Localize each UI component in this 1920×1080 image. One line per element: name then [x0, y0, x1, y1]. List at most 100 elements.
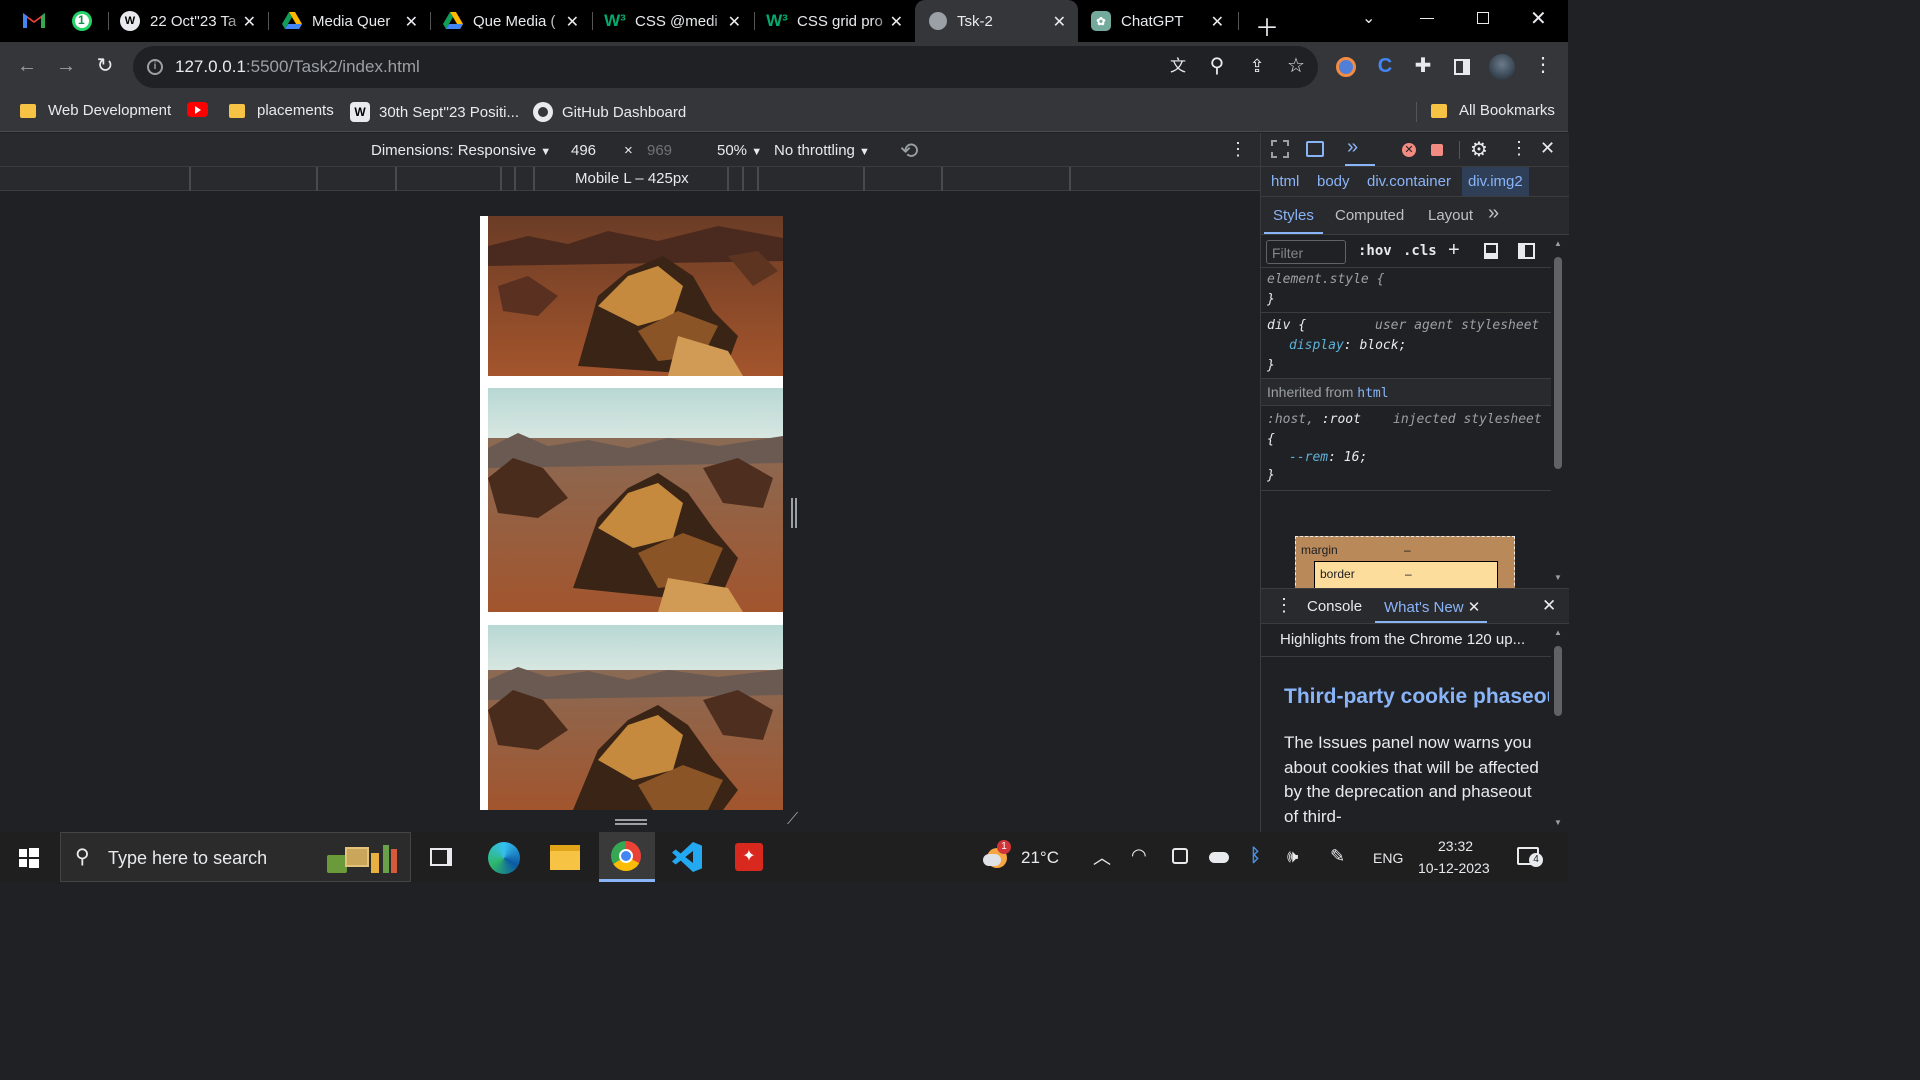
article-title[interactable]: Third-party cookie phaseout [1284, 685, 1549, 709]
reload-icon[interactable]: ↻ [92, 56, 118, 76]
resize-handle-bottom[interactable] [615, 819, 647, 825]
tab-item[interactable]: Media Quer ✕ [272, 0, 430, 42]
drawer-scrollbar[interactable]: ▲ ▼ [1551, 624, 1563, 832]
media-query-label[interactable]: Mobile L – 425px [575, 170, 689, 187]
element-style-rule[interactable]: element.style { [1267, 272, 1384, 287]
close-tab-icon[interactable]: ✕ [728, 12, 741, 32]
bookmark-item[interactable]: W 30th Sept''23 Positi... [350, 102, 519, 122]
close-tab-icon[interactable]: ✕ [890, 12, 903, 32]
bookmark-star-icon[interactable]: ☆ [1283, 56, 1309, 76]
filter-input[interactable]: Filter [1266, 240, 1346, 264]
dimensions-dropdown[interactable]: Dimensions: Responsive ▼ [371, 142, 551, 159]
breadcrumb-item-selected[interactable]: div.img2 [1462, 167, 1529, 196]
extension-c-icon[interactable]: C [1372, 56, 1398, 76]
height-input[interactable]: 969 [647, 142, 672, 159]
close-tab-icon[interactable]: ✕ [1053, 12, 1066, 32]
width-input[interactable]: 496 [571, 142, 596, 159]
site-info-icon[interactable]: i [147, 59, 163, 75]
more-subtabs-icon[interactable]: » [1488, 202, 1499, 225]
devtools-menu-icon[interactable]: ⋮ [1510, 138, 1528, 159]
error-icon[interactable]: ✕ [1402, 143, 1416, 157]
minimize-icon[interactable] [1420, 18, 1434, 19]
rotate-icon[interactable]: ⟲ [900, 138, 918, 164]
tab-item[interactable]: Que Media ( ✕ [433, 0, 591, 42]
extension-icon[interactable] [1336, 57, 1356, 77]
meet-now-icon[interactable] [1172, 848, 1188, 864]
tab-layout[interactable]: Layout [1428, 207, 1473, 224]
tab-item[interactable]: W³ CSS grid pro ✕ [757, 0, 915, 42]
bookmark-item[interactable]: GitHub Dashboard [533, 102, 686, 122]
back-icon[interactable]: ← [14, 56, 40, 76]
volume-icon[interactable]: 🕪 [1287, 846, 1298, 867]
more-tabs-icon[interactable]: » [1347, 136, 1358, 159]
box-model-margin[interactable]: margin – border – [1295, 536, 1515, 601]
vscode-icon[interactable] [672, 842, 702, 872]
breadcrumb-item[interactable]: div.container [1367, 173, 1451, 190]
network-icon[interactable]: ◠ [1131, 845, 1147, 866]
acrobat-icon[interactable]: ✦ [735, 843, 763, 871]
inspect-element-icon[interactable] [1271, 140, 1289, 158]
show-hidden-icons-icon[interactable]: ︿ [1093, 844, 1111, 870]
tab-console[interactable]: Console [1307, 598, 1362, 615]
hov-toggle[interactable]: :hov [1358, 243, 1392, 259]
weather-icon[interactable]: 1 [983, 840, 1011, 868]
settings-gear-icon[interactable]: ⚙ [1470, 137, 1488, 162]
device-more-icon[interactable]: ⋮ [1229, 139, 1247, 160]
bluetooth-icon[interactable]: ᛒ [1250, 845, 1261, 866]
toggle-sidebar-icon[interactable] [1518, 243, 1535, 259]
task-view-icon[interactable] [430, 848, 452, 866]
tab-item-active[interactable]: Tsk-2 ✕ [915, 0, 1078, 42]
clock-time[interactable]: 23:32 [1438, 838, 1473, 854]
notifications-icon[interactable]: 4 [1517, 847, 1543, 867]
tab-styles[interactable]: Styles [1273, 207, 1314, 224]
close-devtools-icon[interactable]: ✕ [1540, 138, 1555, 159]
new-tab-icon[interactable]: ＋ [1255, 8, 1279, 43]
extensions-puzzle-icon[interactable]: ✚ [1410, 56, 1436, 76]
warning-icon[interactable] [1431, 144, 1443, 156]
rem-declaration[interactable]: --rem: 16; [1289, 450, 1367, 465]
throttling-dropdown[interactable]: No throttling ▼ [774, 142, 870, 159]
cls-toggle[interactable]: .cls [1403, 243, 1437, 259]
display-declaration[interactable]: display: block; [1289, 338, 1406, 353]
url-text[interactable]: 127.0.0.1:5500/Task2/index.html [175, 57, 420, 77]
new-rule-icon[interactable]: + [1448, 239, 1460, 262]
close-tab-icon[interactable]: ✕ [1211, 12, 1224, 32]
all-bookmarks-button[interactable]: All Bookmarks [1431, 102, 1555, 119]
host-root-selector[interactable]: :host, :root [1267, 412, 1361, 427]
side-panel-icon[interactable] [1454, 59, 1470, 75]
bookmark-item[interactable]: placements [229, 102, 334, 119]
pen-icon[interactable]: ✎ [1330, 846, 1345, 867]
language-indicator[interactable]: ENG [1373, 850, 1403, 866]
more-menu-icon[interactable]: ⋮ [1530, 55, 1556, 75]
device-toggle-icon[interactable] [1306, 141, 1324, 157]
zoom-dropdown[interactable]: 50% ▼ [717, 142, 762, 159]
bookmark-item[interactable]: Web Development [20, 102, 171, 119]
chrome-taskbar-button[interactable] [599, 832, 655, 882]
forward-icon[interactable]: → [53, 56, 79, 76]
close-tab-icon[interactable]: ✕ [243, 12, 256, 32]
translate-icon[interactable]: 文 [1165, 57, 1191, 77]
gmail-icon[interactable] [22, 10, 46, 32]
div-selector[interactable]: div { [1267, 318, 1306, 333]
windows-start-icon[interactable] [19, 848, 39, 868]
close-tab-icon[interactable]: ✕ [566, 12, 579, 32]
taskbar-search-box[interactable]: ⚲ Type here to search [60, 832, 411, 882]
tab-item[interactable]: W 22 Oct''23 Ta ✕ [110, 0, 268, 42]
whatsapp-icon[interactable]: 1 [70, 9, 94, 33]
styles-scrollbar[interactable]: ▲ ▼ [1551, 235, 1563, 587]
tab-whats-new[interactable]: What's New ✕ [1384, 598, 1480, 616]
edge-icon[interactable] [488, 842, 520, 874]
paint-roller-icon[interactable] [1484, 243, 1498, 259]
avatar[interactable] [1489, 54, 1515, 80]
close-tab-icon[interactable]: ✕ [1468, 599, 1481, 616]
tab-computed[interactable]: Computed [1335, 207, 1404, 224]
weather-temp[interactable]: 21°C [1021, 848, 1059, 868]
tab-item[interactable]: ✿ ChatGPT ✕ [1081, 0, 1236, 42]
close-window-icon[interactable]: ✕ [1530, 6, 1547, 31]
clock-date[interactable]: 10-12-2023 [1418, 860, 1490, 876]
bookmark-item[interactable] [187, 102, 208, 117]
close-tab-icon[interactable]: ✕ [405, 12, 418, 32]
breadcrumb-item[interactable]: html [1271, 173, 1299, 190]
resize-handle-right[interactable] [791, 498, 797, 528]
file-explorer-icon[interactable] [550, 845, 580, 870]
